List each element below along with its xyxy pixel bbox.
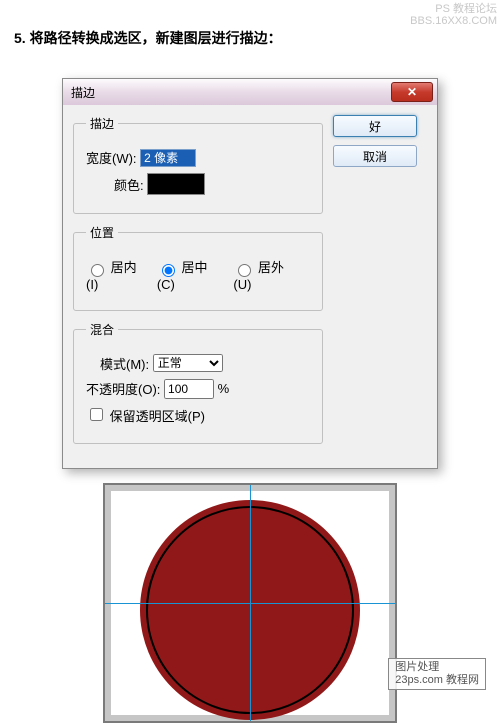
width-label: 宽度(W): [86,148,137,167]
dialog-title: 描边 [71,84,95,101]
close-button[interactable]: ✕ [391,82,433,102]
cancel-button[interactable]: 取消 [333,145,417,167]
radio-inside-input[interactable] [91,264,104,277]
radio-center-input[interactable] [162,264,175,277]
bottom-watermark-box: 图片处理 23ps.com 教程网 [388,658,486,690]
width-input[interactable] [140,149,196,167]
dialog-titlebar[interactable]: 描边 ✕ [63,79,437,105]
location-legend: 位置 [86,224,118,241]
blending-fieldset: 混合 模式(M): 正常 不透明度(O): % [73,321,323,444]
radio-inside[interactable]: 居内(I) [86,257,149,292]
stroke-fieldset: 描边 宽度(W): 颜色: [73,115,323,214]
radio-center[interactable]: 居中(C) [157,257,226,292]
stroke-dialog: 描边 ✕ 描边 宽度(W): 颜色: [62,78,438,469]
guide-horizontal [105,603,395,604]
close-icon: ✕ [407,85,417,99]
opacity-unit: % [218,381,230,396]
top-right-watermark: PS 教程论坛 BBS.16XX8.COM [410,3,497,27]
preserve-transparency[interactable]: 保留透明区域(P) [86,405,205,425]
opacity-label: 不透明度(O): [86,379,160,398]
color-swatch[interactable] [147,173,205,195]
step-number: 5. [14,30,26,46]
radio-outside[interactable]: 居外(U) [233,257,302,292]
location-fieldset: 位置 居内(I) 居中(C) 居外(U) [73,224,323,311]
stroke-legend: 描边 [86,115,118,132]
ok-button[interactable]: 好 [333,115,417,137]
mode-select[interactable]: 正常 [153,354,223,372]
blending-legend: 混合 [86,321,118,338]
opacity-input[interactable] [164,379,214,399]
result-canvas [103,483,397,723]
preserve-checkbox[interactable] [90,408,103,421]
mode-label: 模式(M): [100,354,149,373]
radio-outside-input[interactable] [238,264,251,277]
step-text: 将路径转换成选区，新建图层进行描边： [30,30,282,46]
color-label: 颜色: [114,175,144,194]
